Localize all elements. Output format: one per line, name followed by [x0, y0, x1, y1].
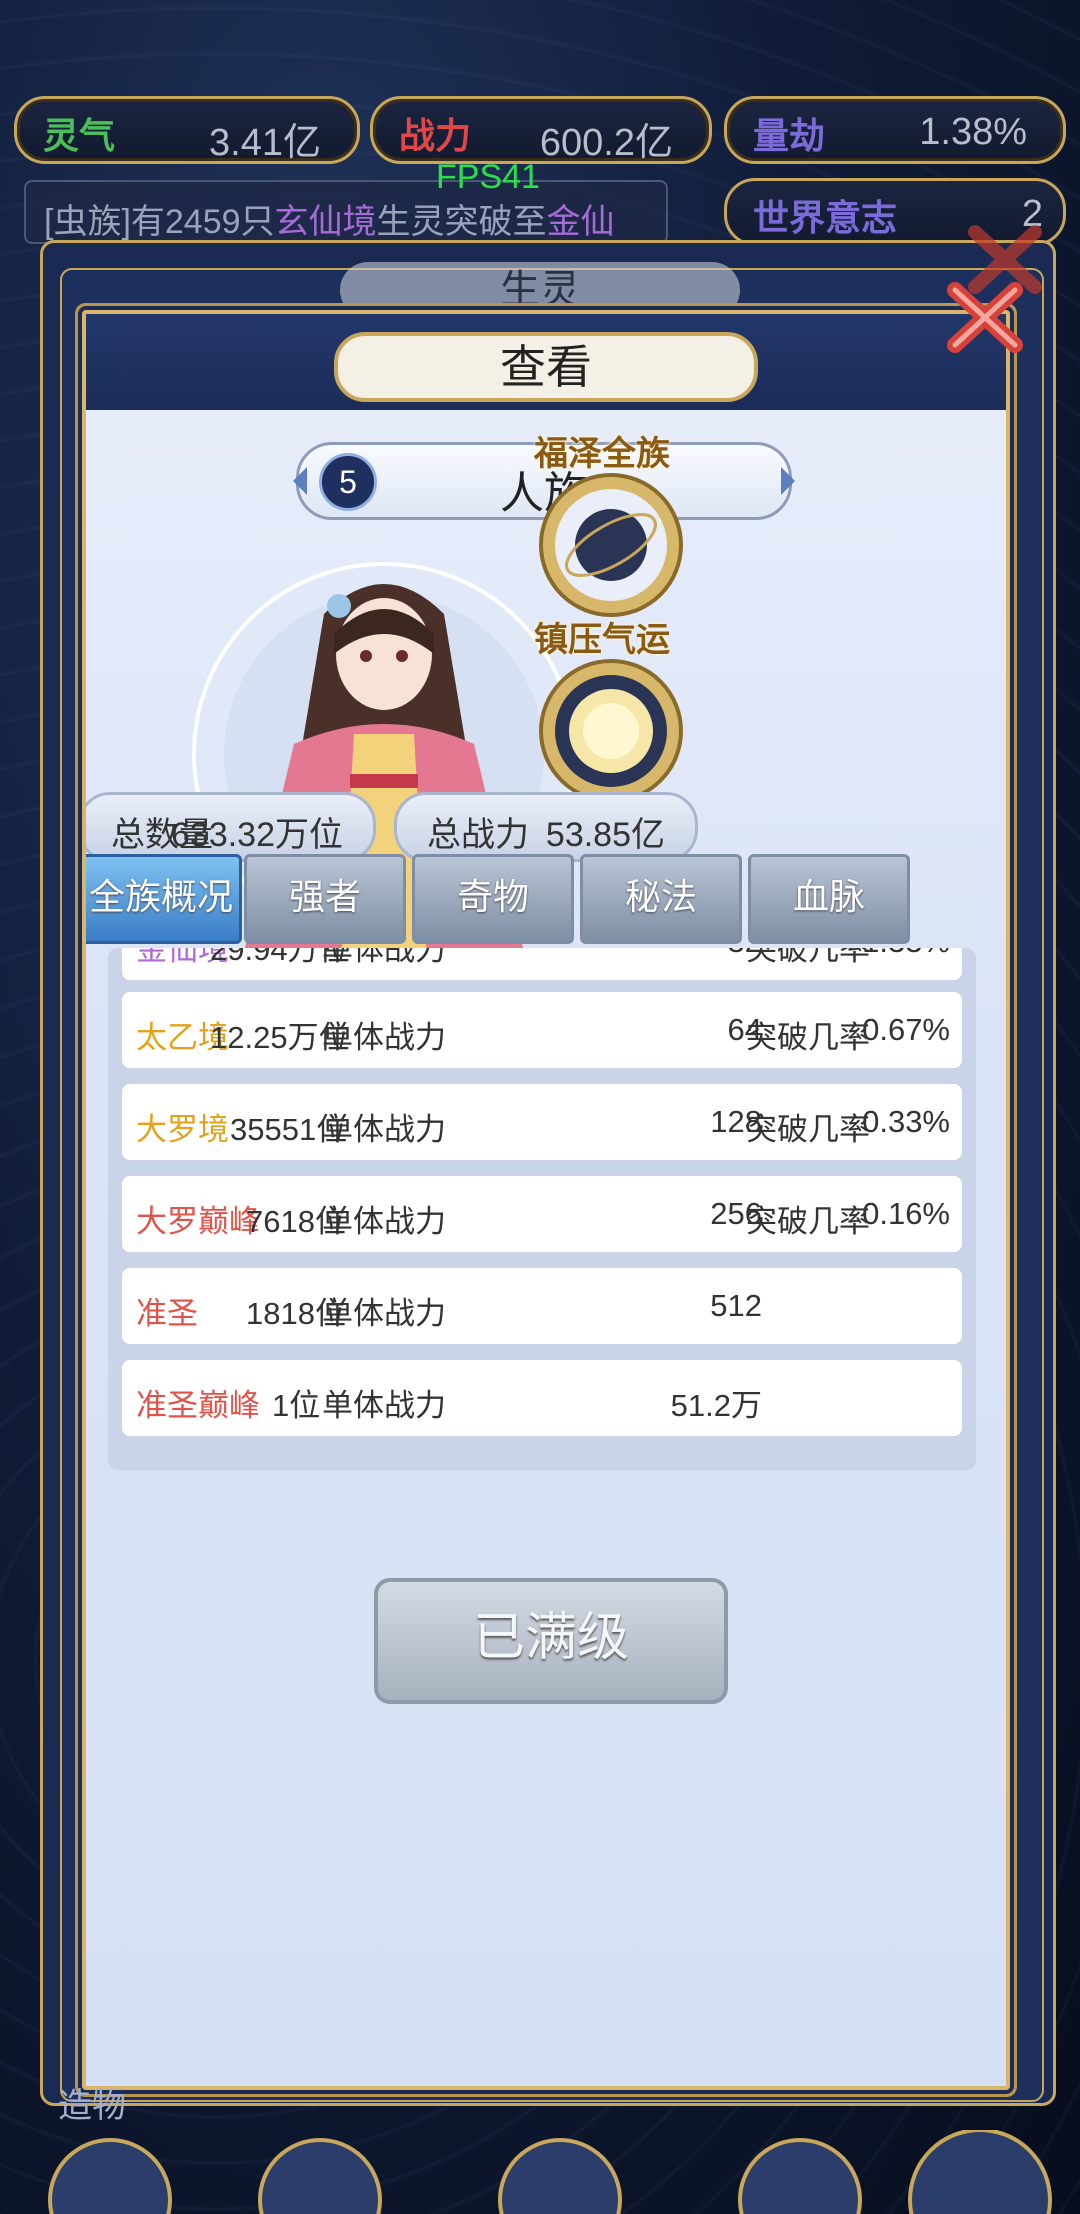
buff1-icon[interactable]: [536, 470, 686, 620]
realm-list[interactable]: 金仙境 29.94万位 单体战力 32 突破几率 1.33% 太乙境 12.25…: [108, 948, 976, 1470]
world-notice[interactable]: [虫族]有2459只玄仙境生灵突破至金仙: [24, 180, 668, 244]
zhanli-label: 战力: [399, 115, 472, 157]
realm-chance: 0.67%: [862, 1012, 950, 1047]
buff2-label: 镇压气运: [534, 620, 670, 660]
realm-count: 1位: [272, 1388, 321, 1423]
tab-artifacts[interactable]: 奇物: [412, 854, 574, 944]
total-power-value: 53.85亿: [545, 816, 665, 854]
race-detail-panel: 查看 5 人族 福泽全族 镇压气运 总数量 633.32万位 总战力 53.85…: [82, 310, 1010, 2090]
chance-label: 突破几率: [746, 1020, 870, 1055]
realm-chance: 0.33%: [862, 1104, 950, 1139]
realm-name: 准圣巅峰: [136, 1388, 260, 1423]
realm-name: 大罗境: [136, 1112, 229, 1147]
world-will-label: 世界意志: [753, 197, 898, 239]
buff2-icon[interactable]: [536, 656, 686, 806]
realm-name: 准圣: [136, 1296, 198, 1331]
table-row: 大罗境 35551位 单体战力 128 突破几率 0.33%: [122, 1084, 962, 1160]
close-icon[interactable]: [940, 270, 1030, 360]
total-count-pill: 总数量 633.32万位: [86, 792, 376, 862]
liangjie-counter: 量劫 1.38%: [724, 96, 1066, 164]
realm-power: 512: [710, 1288, 762, 1323]
zhanli-value: 600.2亿: [539, 122, 673, 164]
table-row: 太乙境 12.25万位 单体战力 64 突破几率 0.67%: [122, 992, 962, 1068]
realm-chance: 0.16%: [862, 1196, 950, 1231]
panel-title: 查看: [334, 332, 758, 402]
zhanli-counter: 战力 600.2亿: [370, 96, 712, 164]
buff1-label: 福泽全族: [534, 434, 670, 474]
tab-experts[interactable]: 强者: [244, 854, 406, 944]
lingqi-label: 灵气: [43, 115, 116, 157]
bottom-nav-icons[interactable]: [0, 2130, 1080, 2214]
tab-overview[interactable]: 全族概况: [86, 854, 242, 944]
total-power-pill: 总战力 53.85亿: [394, 792, 698, 862]
lingqi-value: 3.41亿: [209, 122, 321, 164]
power-label: 单体战力: [322, 1204, 446, 1239]
bottom-tab-label[interactable]: 造物: [58, 2078, 126, 2127]
realm-chance: 1.33%: [862, 948, 950, 960]
max-level-button[interactable]: 已满级: [374, 1578, 728, 1704]
table-row: 准圣巅峰 1位 单体战力 51.2万: [122, 1360, 962, 1436]
chance-label: 突破几率: [746, 1112, 870, 1147]
power-label: 单体战力: [322, 948, 446, 967]
fps-counter: FPS41: [436, 158, 540, 196]
table-row: 金仙境 29.94万位 单体战力 32 突破几率 1.33%: [122, 948, 962, 980]
total-count-value: 633.32万位: [171, 816, 343, 854]
tab-bloodline[interactable]: 血脉: [748, 854, 910, 944]
power-label: 单体战力: [322, 1020, 446, 1055]
power-label: 单体战力: [322, 1296, 446, 1331]
chance-label: 突破几率: [746, 948, 870, 967]
lingqi-counter: 灵气 3.41亿: [14, 96, 360, 164]
realm-power: 51.2万: [670, 1388, 762, 1423]
notice-text: [虫族]有2459只玄仙境生灵突破至金仙: [44, 203, 615, 241]
next-arrow-icon[interactable]: [781, 467, 795, 495]
realm-name: 大罗巅峰: [136, 1204, 260, 1239]
liangjie-value: 1.38%: [919, 111, 1027, 153]
chance-label: 突破几率: [746, 1204, 870, 1239]
tab-secrets[interactable]: 秘法: [580, 854, 742, 944]
power-label: 单体战力: [322, 1388, 446, 1423]
power-label: 单体战力: [322, 1112, 446, 1147]
table-row: 准圣 1818位 单体战力 512: [122, 1268, 962, 1344]
table-row: 大罗巅峰 7618位 单体战力 256 突破几率 0.16%: [122, 1176, 962, 1252]
total-power-label: 总战力: [427, 816, 529, 854]
liangjie-label: 量劫: [753, 115, 826, 157]
